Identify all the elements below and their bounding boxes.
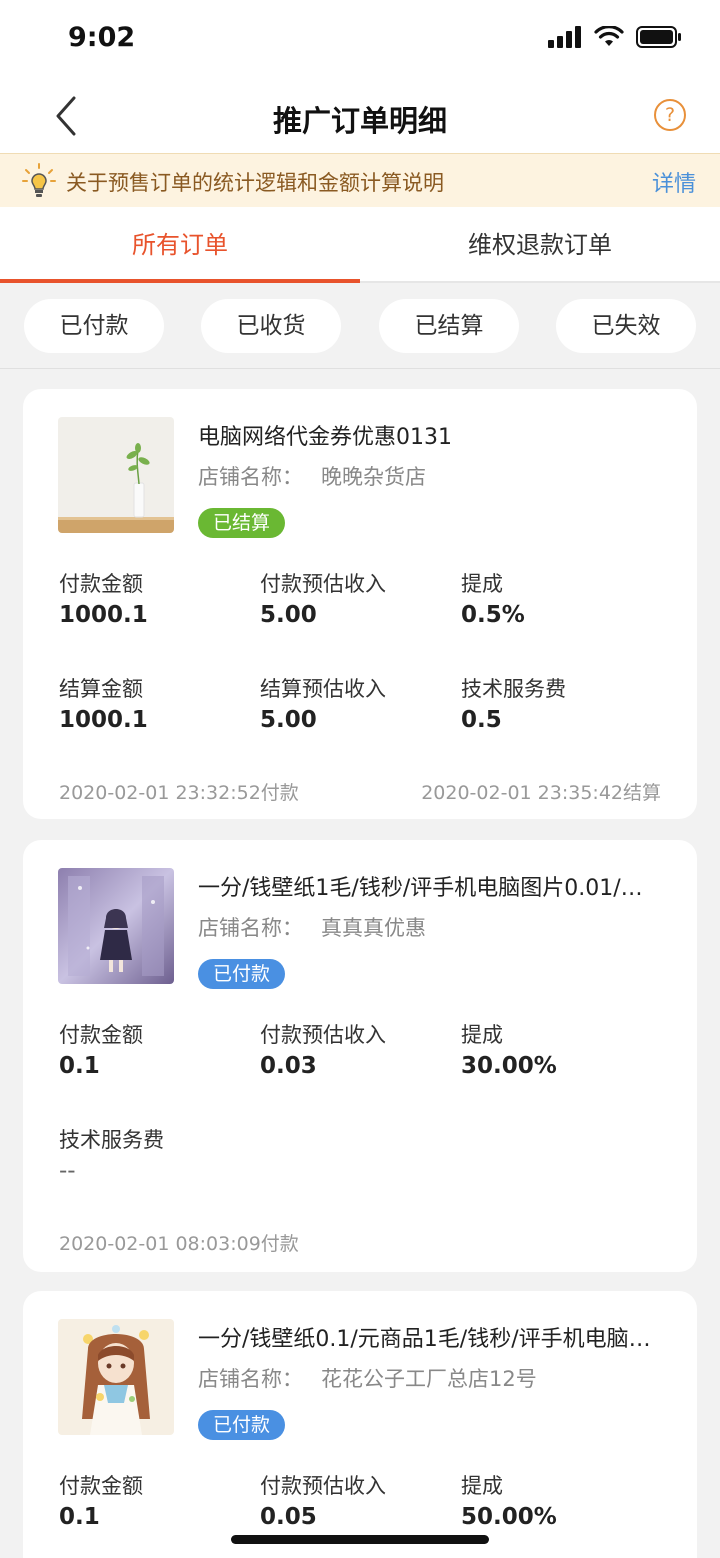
metric-value: 0.05 [260, 1504, 317, 1530]
shop-label: 店铺名称： [198, 465, 303, 489]
product-thumbnail [58, 417, 174, 533]
metric-label: 付款金额 [59, 1474, 143, 1498]
product-name: 一分/钱壁纸1毛/钱秒/评手机电脑图片0.01/元商品 [198, 876, 658, 901]
metric-value: 0.1 [59, 1053, 100, 1079]
metric-label: 付款金额 [59, 1023, 143, 1047]
notice-details-link[interactable]: 详情 [652, 166, 696, 198]
status-bar: 9:02 [0, 0, 720, 80]
status-badge: 已结算 [198, 508, 286, 538]
payment-time: 2020-02-01 23:32:52付款 [59, 782, 299, 804]
metric-label: 技术服务费 [461, 677, 566, 701]
metric-value: 0.5 [461, 707, 502, 733]
status-filters: 已付款 已收货 已结算 已失效 [0, 285, 720, 369]
metric-label: 结算预估收入 [260, 677, 386, 701]
notice-banner: 关于预售订单的统计逻辑和金额计算说明 详情 [0, 153, 720, 207]
shop-value: 花花公子工厂总店12号 [321, 1367, 537, 1391]
page-title: 推广订单明细 [272, 104, 447, 138]
filter-settled-chip[interactable]: 已结算 [379, 299, 519, 353]
metric-value: -- [59, 1158, 76, 1184]
shop-name: 店铺名称： 真真真优惠 [198, 912, 426, 942]
metric-value: 5.00 [260, 602, 317, 628]
filter-received-chip[interactable]: 已收货 [201, 299, 341, 353]
shop-name: 店铺名称： 花花公子工厂总店12号 [198, 1363, 537, 1393]
status-badge: 已付款 [198, 959, 286, 989]
product-name: 电脑网络代金券优惠0131 [198, 425, 452, 450]
metric-label: 付款预估收入 [260, 1474, 386, 1498]
metric-label: 付款预估收入 [260, 1023, 386, 1047]
shop-value: 晚晚杂货店 [321, 465, 426, 489]
filter-paid-chip[interactable]: 已付款 [24, 299, 164, 353]
order-card[interactable]: 一分/钱壁纸0.1/元商品1毛/钱秒/评手机电脑图片 店铺名称： 花花公子工厂总店… [23, 1291, 697, 1558]
payment-time: 2020-02-01 08:03:09付款 [59, 1233, 299, 1255]
order-card[interactable]: 电脑网络代金券优惠0131 店铺名称： 晚晚杂货店 已结算 付款金额 1000.1… [23, 389, 697, 819]
tab-refund-orders[interactable]: 维权退款订单 [360, 207, 720, 283]
settlement-time: 2020-02-01 23:35:42结算 [421, 782, 661, 804]
metric-value: 50.00% [461, 1504, 557, 1530]
tab-all-orders[interactable]: 所有订单 [0, 207, 360, 283]
metric-label: 技术服务费 [59, 1128, 164, 1152]
shop-label: 店铺名称： [198, 916, 303, 940]
metric-label: 付款金额 [59, 572, 143, 596]
metric-label: 提成 [461, 572, 503, 596]
metric-label: 提成 [461, 1474, 503, 1498]
shop-label: 店铺名称： [198, 1367, 303, 1391]
product-thumbnail [58, 1319, 174, 1435]
metric-value: 0.5% [461, 602, 525, 628]
nav-bar: 推广订单明细 ? [0, 80, 720, 153]
notice-text: 关于预售订单的统计逻辑和金额计算说明 [66, 171, 444, 195]
help-icon[interactable]: ? [654, 99, 686, 131]
status-time: 9:02 [68, 22, 136, 53]
metric-value: 0.03 [260, 1053, 317, 1079]
metric-value: 0.1 [59, 1504, 100, 1530]
metric-label: 提成 [461, 1023, 503, 1047]
wifi-icon [594, 26, 624, 46]
home-indicator[interactable] [231, 1535, 489, 1544]
metric-value: 5.00 [260, 707, 317, 733]
shop-name: 店铺名称： 晚晚杂货店 [198, 461, 426, 491]
metric-value: 30.00% [461, 1053, 557, 1079]
product-thumbnail [58, 868, 174, 984]
metric-label: 付款预估收入 [260, 572, 386, 596]
status-icons [548, 26, 682, 48]
tab-active-indicator [0, 279, 360, 283]
product-name: 一分/钱壁纸0.1/元商品1毛/钱秒/评手机电脑图片 [198, 1327, 658, 1352]
metric-value: 1000.1 [59, 602, 148, 628]
metric-label: 结算金额 [59, 677, 143, 701]
order-tabs: 所有订单 维权退款订单 [0, 207, 720, 283]
filter-expired-chip[interactable]: 已失效 [556, 299, 696, 353]
cellular-signal-icon [548, 26, 581, 48]
shop-value: 真真真优惠 [321, 916, 426, 940]
battery-icon [636, 26, 681, 48]
status-badge: 已付款 [198, 1410, 286, 1440]
order-card[interactable]: 一分/钱壁纸1毛/钱秒/评手机电脑图片0.01/元商品 店铺名称： 真真真优惠 已… [23, 840, 697, 1272]
lightbulb-icon [22, 163, 56, 197]
metric-value: 1000.1 [59, 707, 148, 733]
